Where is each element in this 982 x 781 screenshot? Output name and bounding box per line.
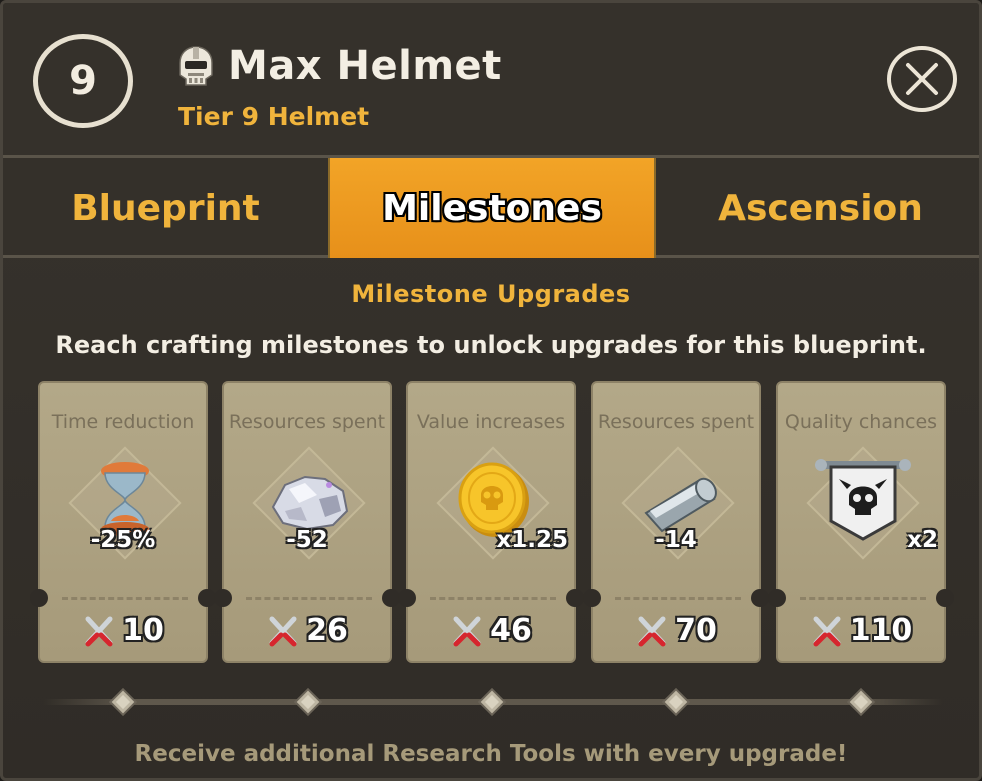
milestone-card-1[interactable]: Time reduction -25% 10 [30, 381, 216, 663]
milestone-cost: 10 [40, 613, 206, 648]
milestone-node-4 [661, 687, 691, 717]
milestone-card-2[interactable]: Resources spent -52 26 [214, 381, 400, 663]
research-tools-icon [813, 616, 841, 646]
milestone-value: -52 [286, 527, 328, 553]
milestone-cost-value: 10 [122, 613, 164, 648]
section-title: Milestone Upgrades [351, 280, 631, 308]
card-divider [800, 597, 926, 600]
close-icon [906, 63, 938, 95]
item-title: Max Helmet [228, 43, 502, 89]
milestone-value: x1.25 [496, 527, 568, 553]
milestone-cost: 110 [778, 613, 944, 648]
card-divider [246, 597, 372, 600]
milestone-label: Time reduction [51, 411, 195, 433]
research-tools-icon [638, 616, 666, 646]
tab-ascension[interactable]: Ascension [656, 158, 979, 258]
helmet-icon [179, 46, 213, 86]
milestone-card-5[interactable]: Quality chances x2 110 [768, 381, 954, 663]
milestone-cost: 46 [408, 613, 574, 648]
milestone-label: Resources spent [228, 411, 386, 433]
tab-blueprint[interactable]: Blueprint [3, 158, 328, 258]
research-tools-icon [85, 616, 113, 646]
milestone-label: Quality chances [784, 411, 938, 433]
dialog-header: 9 Max Helmet Tier 9 Helmet [3, 3, 979, 158]
milestone-cost-value: 110 [849, 613, 913, 648]
footer-note: Receive additional Research Tools with e… [134, 741, 848, 767]
milestone-label: Resources spent [597, 411, 755, 433]
milestone-label: Value increases [416, 411, 566, 433]
milestone-value: x2 [907, 527, 938, 553]
card-notch-left [30, 589, 48, 607]
close-button[interactable] [887, 46, 957, 112]
milestone-node-2 [293, 687, 323, 717]
card-divider [62, 597, 188, 600]
card-notch-right [936, 589, 954, 607]
card-notch-right [751, 589, 769, 607]
card-divider [430, 597, 556, 600]
milestone-cost-value: 26 [306, 613, 348, 648]
milestone-cost-value: 70 [675, 613, 717, 648]
milestone-node-1 [108, 687, 138, 717]
milestone-node-3 [477, 687, 507, 717]
card-notch-left [398, 589, 416, 607]
milestone-card-4[interactable]: Resources spent -14 70 [583, 381, 769, 663]
milestone-cost: 70 [593, 613, 759, 648]
blueprint-dialog: 9 Max Helmet Tier 9 Helmet Blueprint Mil… [0, 0, 982, 781]
tab-bar: Blueprint Milestones Ascension [3, 158, 979, 258]
milestone-value: -25% [90, 527, 156, 553]
milestone-value: -14 [655, 527, 697, 553]
card-notch-right [566, 589, 584, 607]
tier-number: 9 [69, 58, 97, 104]
card-notch-left [583, 589, 601, 607]
milestone-node-5 [846, 687, 876, 717]
tier-badge: 9 [33, 34, 133, 128]
card-notch-left [214, 589, 232, 607]
research-tools-icon [269, 616, 297, 646]
card-notch-left [768, 589, 786, 607]
milestone-cost-value: 46 [490, 613, 532, 648]
item-subtitle: Tier 9 Helmet [178, 102, 370, 131]
milestone-cost: 26 [224, 613, 390, 648]
research-tools-icon [453, 616, 481, 646]
section-description: Reach crafting milestones to unlock upgr… [55, 331, 927, 359]
tab-milestones[interactable]: Milestones [328, 158, 656, 258]
card-divider [615, 597, 741, 600]
milestone-card-3[interactable]: Value increases x1.25 46 [398, 381, 584, 663]
